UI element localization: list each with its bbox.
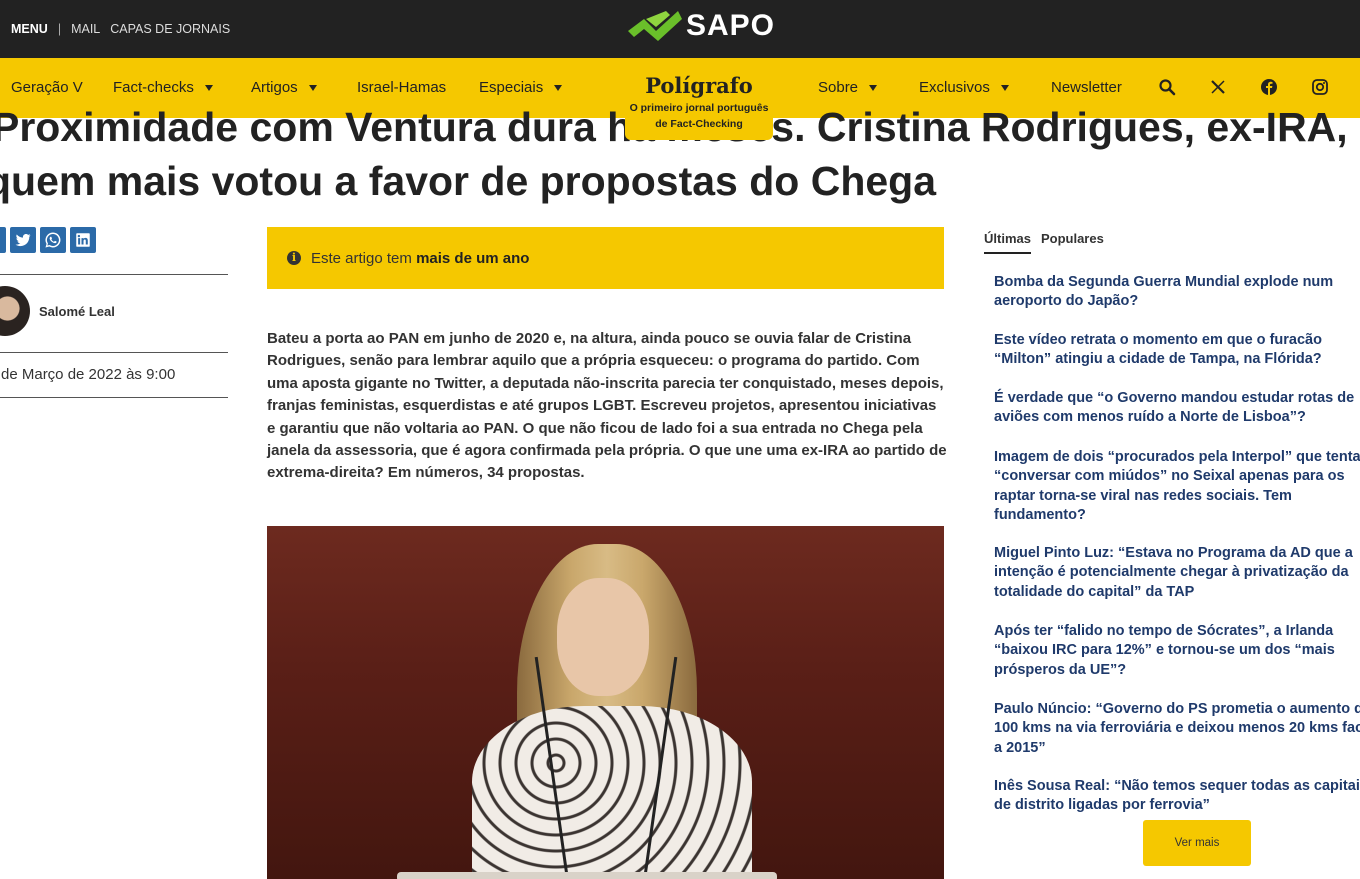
share-linkedin-button[interactable] <box>70 227 96 253</box>
news-item[interactable]: Este vídeo retrata o momento em que o fu… <box>994 331 1360 370</box>
x-twitter-icon[interactable] <box>1209 78 1227 96</box>
chevron-down-icon <box>869 84 878 91</box>
photo-detail <box>557 578 649 696</box>
divider: | <box>57 22 62 36</box>
sapo-logo[interactable]: SAPO <box>626 8 775 44</box>
photo-detail <box>397 872 777 879</box>
nav-item-israel-hamas[interactable]: Israel-Hamas <box>357 79 446 96</box>
nav-label: Newsletter <box>1051 79 1122 96</box>
capas-link[interactable]: CAPAS DE JORNAIS <box>110 22 230 36</box>
divider <box>0 352 228 353</box>
nav-label: Sobre <box>818 79 859 96</box>
nav-label: Fact-checks <box>113 79 194 96</box>
article-lead: Bateu a porta ao PAN em junho de 2020 e,… <box>267 330 947 482</box>
nav-label: Especiais <box>479 79 544 96</box>
nav-item-artigos[interactable]: Artigos <box>251 79 317 96</box>
search-icon[interactable] <box>1158 78 1176 96</box>
news-item[interactable]: Paulo Núncio: “Governo do PS prometia o … <box>994 700 1360 758</box>
avatar[interactable] <box>0 286 30 336</box>
nav-item-newsletter[interactable]: Newsletter <box>1051 79 1122 96</box>
chevron-down-icon <box>554 84 563 91</box>
logo-title: Polígrafo <box>645 73 753 98</box>
sapo-wordmark: SAPO <box>686 9 776 42</box>
top-bar: MENU | MAIL CAPAS DE JORNAIS SAPO <box>0 0 1360 58</box>
chevron-down-icon <box>1000 84 1009 91</box>
article-photo <box>267 526 944 879</box>
menu-button[interactable]: MENU <box>11 22 48 36</box>
news-item[interactable]: Inês Sousa Real: “Não temos sequer todas… <box>994 777 1360 816</box>
top-links: MENU | MAIL CAPAS DE JORNAIS <box>11 22 230 36</box>
instagram-icon[interactable] <box>1311 78 1329 96</box>
nav-item-fact-checks[interactable]: Fact-checks <box>113 79 213 96</box>
info-icon: i <box>287 251 301 265</box>
more-button[interactable]: Ver mais <box>1143 820 1251 866</box>
facebook-icon <box>0 231 2 249</box>
logo-subtitle: O primeiro jornal português de Fact-Chec… <box>625 100 773 133</box>
news-item[interactable]: Miguel Pinto Luz: “Estava no Programa da… <box>994 544 1360 602</box>
nav-item-especiais[interactable]: Especiais <box>479 79 563 96</box>
mail-link[interactable]: MAIL <box>71 22 100 36</box>
share-whatsapp-button[interactable] <box>40 227 66 253</box>
linkedin-icon <box>76 233 90 247</box>
chevron-down-icon <box>204 84 213 91</box>
share-buttons <box>0 227 100 253</box>
tab-populares[interactable]: Populares <box>1041 231 1104 254</box>
nav-label: Geração V <box>11 79 83 96</box>
chevron-down-icon <box>308 84 317 91</box>
nav-label: Israel-Hamas <box>357 79 447 96</box>
publish-date: de Março de 2022 às 9:00 <box>1 366 176 383</box>
nav-label: Exclusivos <box>919 79 990 96</box>
notice-highlight: mais de um ano <box>416 249 530 267</box>
headline-line: quem mais votou a favor de propostas do … <box>0 158 937 204</box>
news-item[interactable]: Imagem de dois “procurados pela Interpol… <box>994 448 1360 525</box>
share-twitter-button[interactable] <box>10 227 36 253</box>
poligrafo-logo[interactable]: Polígrafo O primeiro jornal português de… <box>625 62 773 140</box>
logo-subtitle-line: de Fact-Checking <box>655 118 743 130</box>
author-name[interactable]: Salomé Leal <box>39 304 115 319</box>
divider <box>0 274 228 275</box>
sidebar-tabs: Últimas Populares <box>984 231 1114 254</box>
old-article-notice: i Este artigo tem mais de um ano <box>267 227 944 289</box>
logo-subtitle-line: O primeiro jornal português <box>629 102 769 114</box>
notice-prefix: Este artigo tem <box>311 249 412 267</box>
facebook-icon[interactable] <box>1260 78 1278 96</box>
nav-item-sobre[interactable]: Sobre <box>818 79 878 96</box>
share-facebook-button[interactable] <box>0 227 6 253</box>
divider <box>0 397 228 398</box>
whatsapp-icon <box>45 232 61 248</box>
nav-label: Artigos <box>251 79 298 96</box>
photo-detail <box>472 706 752 879</box>
news-item[interactable]: Bomba da Segunda Guerra Mundial explode … <box>994 273 1360 312</box>
twitter-icon <box>15 233 31 247</box>
news-item[interactable]: Após ter “falido no tempo de Sócrates”, … <box>994 622 1360 680</box>
tab-ultimas[interactable]: Últimas <box>984 231 1031 254</box>
nav-item-exclusivos[interactable]: Exclusivos <box>919 79 1009 96</box>
news-item[interactable]: É verdade que “o Governo mandou estudar … <box>994 389 1360 428</box>
sapo-frog-icon <box>628 11 682 41</box>
nav-item-geracao-v[interactable]: Geração V <box>11 79 83 96</box>
